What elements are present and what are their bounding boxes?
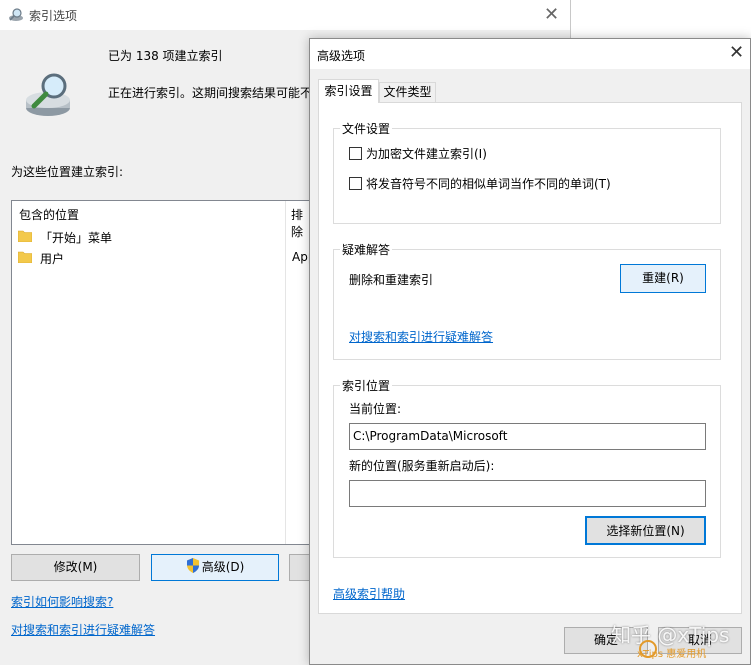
current-location-label: 当前位置: [349,402,402,416]
advanced-button-label: 高级(D) [201,560,245,574]
location-name: 用户 [40,252,65,266]
modify-button[interactable]: 修改(M) [11,554,140,581]
group-title: 索引位置 [340,377,393,394]
rebuild-button[interactable]: 重建(R) [620,264,706,293]
troubleshoot-link[interactable]: 对搜索和索引进行疑难解答 [349,328,493,345]
checkbox-box[interactable] [349,177,362,190]
tab-index-settings[interactable]: 索引设置 [318,79,379,103]
rebuild-label: 删除和重建索引 [349,273,434,287]
select-new-location-button[interactable]: 选择新位置(N) [585,516,706,545]
how-indexing-affects-link[interactable]: 索引如何影响搜索? [11,593,113,610]
group-title: 文件设置 [340,120,393,137]
checkbox-label: 为加密文件建立索引(I) [366,147,487,161]
troubleshoot-link[interactable]: 对搜索和索引进行疑难解答 [11,621,155,638]
dialog-title-bar: 高级选项 ✕ [310,39,750,69]
advanced-button[interactable]: 高级(D) [151,554,279,581]
window-title: 索引选项 [29,9,78,23]
index-location-group: 索引位置 当前位置: C:\ProgramData\Microsoft 新的位置… [333,377,721,558]
encrypt-files-checkbox[interactable]: 为加密文件建立索引(I) [349,145,487,162]
close-icon[interactable]: ✕ [544,4,559,25]
diacritics-checkbox[interactable]: 将发音符号不同的相似单词当作不同的单词(T) [349,175,611,192]
watermark: 知乎 @xTips xTips 惠爱用机 [609,617,751,665]
tab-file-types[interactable]: 文件类型 [379,82,436,103]
list-item[interactable]: 「开始」菜单 [18,228,298,246]
index-settings-panel: 文件设置 为加密文件建立索引(I) 将发音符号不同的相似单词当作不同的单词(T)… [318,102,742,614]
checkbox-label: 将发音符号不同的相似单词当作不同的单词(T) [366,177,611,191]
file-settings-group: 文件设置 为加密文件建立索引(I) 将发音符号不同的相似单词当作不同的单词(T) [333,120,721,224]
index-count-text: 已为 138 项建立索引 [108,49,223,63]
column-header-included[interactable]: 包含的位置 [19,206,79,223]
dialog-title: 高级选项 [317,49,366,63]
group-title: 疑难解答 [340,241,393,258]
folder-icon [18,230,32,242]
close-icon[interactable]: ✕ [729,42,744,63]
new-location-field[interactable] [349,480,706,507]
new-location-label: 新的位置(服务重新启动后): [349,459,495,473]
title-bar: 索引选项 ✕ [0,0,570,30]
indexing-drive-icon [26,73,70,116]
advanced-options-dialog: 高级选项 ✕ 索引设置 文件类型 文件设置 为加密文件建立索引(I) 将发音符号… [309,38,751,665]
indexing-app-icon [9,8,23,21]
advanced-help-link[interactable]: 高级索引帮助 [333,585,405,602]
locations-list[interactable]: 包含的位置 排除 「开始」菜单 用户 App [11,200,315,545]
locations-label: 为这些位置建立索引: [11,165,124,179]
checkbox-box[interactable] [349,147,362,160]
current-location-field[interactable]: C:\ProgramData\Microsoft [349,423,706,450]
folder-icon [18,251,32,263]
list-item[interactable]: 用户 App [18,249,315,267]
watermark-text: 知乎 @xTips [611,623,730,647]
uac-shield-icon [186,558,199,573]
troubleshooting-group: 疑难解答 删除和重建索引 重建(R) 对搜索和索引进行疑难解答 [333,241,721,360]
indexing-status-text: 正在进行索引。这期间搜索结果可能不 [108,86,313,100]
watermark-subtext: xTips 惠爱用机 [637,649,707,660]
location-name: 「开始」菜单 [40,231,113,245]
